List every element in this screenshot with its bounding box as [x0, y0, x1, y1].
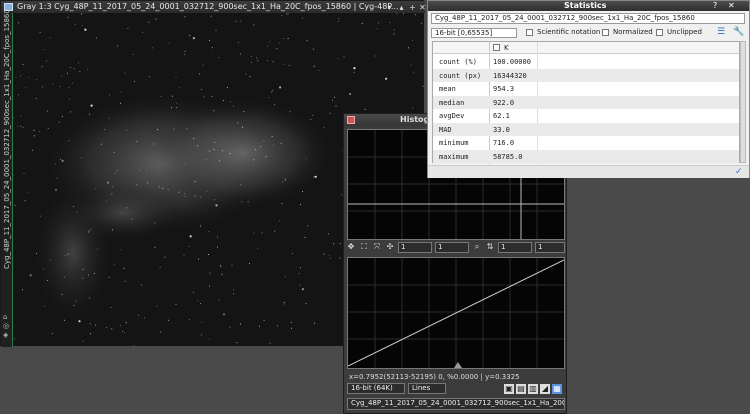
- stat-label: mean: [439, 85, 456, 93]
- table-row: mean 954.3: [433, 82, 739, 96]
- stat-label: MAD: [439, 125, 452, 134]
- arrows-icon[interactable]: ⇅: [485, 242, 495, 252]
- wrench-icon[interactable]: 🔧: [733, 27, 744, 37]
- table-row: median 922.0: [433, 95, 739, 109]
- histogram-option-icon-1[interactable]: ▣: [504, 384, 514, 394]
- maximize-icon[interactable]: +: [408, 3, 417, 12]
- table-row: count (px) 16344320: [433, 68, 739, 82]
- zoom-full-icon[interactable]: ⤧: [372, 242, 382, 252]
- table-row: MAD 33.0: [433, 122, 739, 136]
- stat-label: avgDev: [439, 112, 465, 120]
- statistics-table: K count (%) 100.00000 count (px) 16344320 …: [432, 41, 740, 164]
- zoom-x-spinner[interactable]: 1: [398, 242, 432, 253]
- stat-label: minimum: [439, 139, 469, 147]
- side-icons: ⌂ ◎ ◈: [3, 313, 10, 339]
- histogram-option-icon-2[interactable]: ▤: [516, 384, 526, 394]
- normalized-label: Normalized: [613, 28, 653, 36]
- image-window-titlebar[interactable]: Gray 1:3 Cyg_48P_11_2017_05_24_0001_0327…: [1, 1, 427, 13]
- zoom-fit-icon[interactable]: ⛶: [359, 242, 369, 252]
- stat-label: median: [439, 98, 465, 107]
- normalized-checkbox[interactable]: [602, 29, 609, 36]
- stat-value: 954.3: [493, 85, 515, 93]
- pan-icon[interactable]: ✥: [346, 242, 356, 252]
- image-window-title: Gray 1:3 Cyg_48P_11_2017_05_24_0001_0327…: [17, 2, 399, 11]
- stat-value: 716.0: [493, 139, 515, 147]
- statistics-title: Statistics: [564, 1, 607, 10]
- image-side-label: Cyg_48P_11_2017_05_24_0001_032712_900sec…: [3, 9, 11, 269]
- zoom-icon[interactable]: ⌕: [472, 242, 482, 252]
- collapse-icon[interactable]: ▴: [397, 3, 406, 12]
- range-spinner-2[interactable]: 1: [535, 242, 565, 253]
- stat-label: count (%): [439, 58, 477, 66]
- unclipped-checkbox[interactable]: [656, 29, 663, 36]
- statistics-titlebar[interactable]: Statistics ? ✕: [428, 1, 749, 11]
- table-row: maximum 58785.0: [433, 149, 739, 163]
- apply-check-icon[interactable]: ✓: [735, 167, 743, 177]
- histogram-toolbar: ✥ ⛶ ⤧ ✣ 1 1 ⌕ ⇅ 1 1: [346, 242, 566, 254]
- stat-value: 33.0: [493, 125, 510, 134]
- table-row: avgDev 62.1: [433, 109, 739, 123]
- range-spinner-1[interactable]: 1: [498, 242, 532, 253]
- stat-label: count (px): [439, 71, 482, 80]
- statistics-window[interactable]: Statistics ? ✕ Cyg_48P_11_2017_05_24_000…: [427, 0, 750, 178]
- stats-view-selector[interactable]: Cyg_48P_11_2017_05_24_0001_032712_900sec…: [431, 13, 745, 24]
- histogram-option-icon-4[interactable]: ◢: [540, 384, 550, 394]
- channel-checkbox[interactable]: [493, 44, 500, 51]
- list-icon[interactable]: ☰: [717, 27, 725, 37]
- scientific-notation-checkbox[interactable]: [526, 29, 533, 36]
- table-scrollbar[interactable]: [740, 41, 746, 163]
- table-row: count (%) 100.00000: [433, 55, 739, 69]
- stat-value: 16344320: [493, 71, 527, 80]
- table-header: K: [433, 42, 739, 54]
- transfer-curve: [347, 258, 565, 368]
- stat-value: 62.1: [493, 112, 510, 120]
- histogram-status: x=0.7952(52113-52195) 0, %0.0000 | y=0.3…: [349, 373, 520, 381]
- stat-value: 922.0: [493, 98, 515, 107]
- move-icon[interactable]: ✣: [385, 242, 395, 252]
- close-icon[interactable]: ✕: [418, 3, 427, 12]
- statistics-footer: ✓: [428, 165, 749, 178]
- histogram-option-icon-5[interactable]: ▦: [552, 384, 562, 394]
- table-row: minimum 716.0: [433, 136, 739, 150]
- view-selector-label: Cyg_48P_11_2017_05_24_0001_032712_900sec…: [351, 399, 565, 407]
- zoom-y-spinner[interactable]: 1: [435, 242, 469, 253]
- mode-select[interactable]: Lines: [408, 383, 446, 394]
- scientific-notation-label: Scientific notation: [537, 28, 601, 36]
- resolution-select[interactable]: 16-bit (64K): [347, 383, 405, 394]
- histogram-option-icon-3[interactable]: ▥: [528, 384, 538, 394]
- image-side-tab[interactable]: Cyg_48P_11_2017_05_24_0001_032712_900sec…: [1, 9, 13, 347]
- window-menu-icon[interactable]: [347, 116, 355, 124]
- shade-icon[interactable]: ▾: [385, 3, 394, 12]
- close-icon[interactable]: ✕: [728, 1, 735, 10]
- stat-value: 58785.0: [493, 152, 523, 161]
- stat-value: 100.00000: [493, 58, 531, 66]
- unclipped-label: Unclipped: [667, 28, 702, 36]
- stat-label: maximum: [439, 152, 469, 161]
- view-selector-label: Cyg_48P_11_2017_05_24_0001_032712_900sec…: [435, 14, 695, 22]
- help-icon[interactable]: ?: [713, 1, 717, 10]
- histogram-view-selector[interactable]: Cyg_48P_11_2017_05_24_0001_032712_900sec…: [347, 398, 565, 410]
- histogram-title: Histog: [400, 115, 430, 124]
- column-header-k: K: [504, 44, 509, 52]
- range-select[interactable]: 16-bit [0,65535]: [431, 28, 517, 38]
- transfer-curve-plot[interactable]: [347, 257, 565, 369]
